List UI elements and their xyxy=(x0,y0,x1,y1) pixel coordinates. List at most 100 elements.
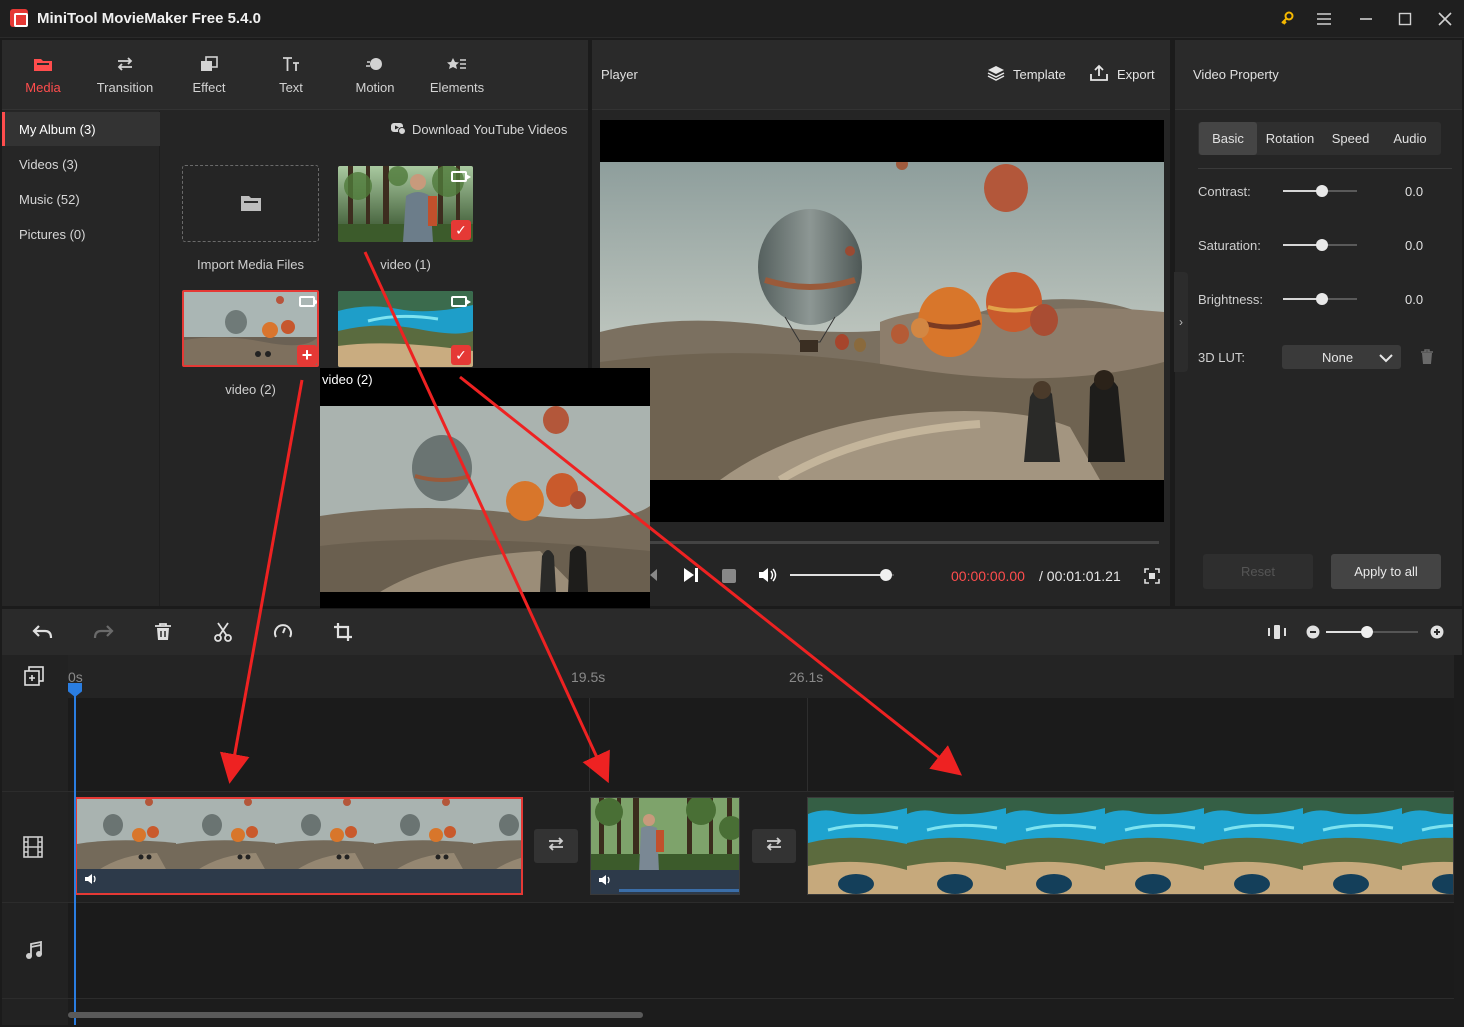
undo-icon[interactable] xyxy=(31,620,55,644)
trash-icon[interactable] xyxy=(1420,349,1434,368)
tab-media[interactable]: Media xyxy=(2,40,84,110)
album-item-music[interactable]: Music (52) xyxy=(2,182,160,216)
chevron-right-icon: › xyxy=(1179,315,1183,329)
volume-icon[interactable] xyxy=(757,566,779,587)
tab-elements[interactable]: Elements xyxy=(416,40,498,110)
timeline-ruler[interactable] xyxy=(68,655,1454,698)
film-track-icon xyxy=(23,836,43,861)
transition-arrows-icon xyxy=(115,56,135,72)
apply-to-all-button[interactable]: Apply to all xyxy=(1331,554,1441,589)
saturation-label: Saturation: xyxy=(1198,238,1261,253)
media-tab-bar: Media Transition Effect Text Motion Elem… xyxy=(2,40,588,110)
template-button[interactable]: Template xyxy=(987,64,1066,85)
tab-elements-label: Elements xyxy=(429,79,485,95)
audio-level-line xyxy=(619,889,739,892)
media-label-video-1: video (1) xyxy=(380,257,431,272)
hover-preview-popup: video (2) xyxy=(320,368,650,608)
menu-icon[interactable] xyxy=(1310,6,1338,32)
added-check-icon[interactable]: ✓ xyxy=(451,345,471,365)
timeline-clip-video-2[interactable] xyxy=(75,797,523,895)
overlay-track[interactable] xyxy=(68,698,1454,791)
minimize-icon[interactable] xyxy=(1352,6,1380,32)
speed-icon[interactable] xyxy=(271,620,295,644)
tab-transition[interactable]: Transition xyxy=(84,40,166,110)
volume-slider-knob[interactable] xyxy=(879,569,892,581)
import-media-label: Import Media Files xyxy=(197,257,304,272)
volume-slider[interactable] xyxy=(790,569,894,581)
tab-text-label: Text xyxy=(279,79,303,95)
stop-icon[interactable] xyxy=(722,569,736,583)
fit-timeline-icon[interactable] xyxy=(1265,620,1289,644)
album-item-pictures[interactable]: Pictures (0) xyxy=(2,217,160,251)
album-item-videos[interactable]: Videos (3) xyxy=(2,147,160,181)
fullscreen-icon[interactable] xyxy=(1144,568,1160,587)
scissors-icon[interactable] xyxy=(211,620,235,644)
transition-arrows-icon xyxy=(546,836,566,857)
download-youtube-link[interactable]: Download YouTube Videos xyxy=(390,121,567,138)
app-title: MiniTool MovieMaker Free 5.4.0 xyxy=(37,10,261,27)
media-thumb-video-3[interactable]: ✓ xyxy=(338,291,473,367)
speaker-icon[interactable] xyxy=(84,873,98,888)
reset-button[interactable]: Reset xyxy=(1203,554,1313,589)
added-check-icon[interactable]: ✓ xyxy=(451,220,471,240)
lut-dropdown[interactable]: None xyxy=(1282,345,1401,369)
zoom-slider[interactable] xyxy=(1326,626,1418,638)
panel-collapse-handle[interactable]: › xyxy=(1174,272,1188,372)
play-icon[interactable] xyxy=(682,567,700,586)
tab-media-label: Media xyxy=(25,79,61,95)
video-preview-image[interactable] xyxy=(600,158,1164,484)
tab-audio[interactable]: Audio xyxy=(1381,122,1439,155)
music-track[interactable] xyxy=(68,902,1454,998)
contrast-slider[interactable] xyxy=(1283,185,1357,197)
transition-slot-button[interactable] xyxy=(534,829,578,863)
tab-effect[interactable]: Effect xyxy=(168,40,250,110)
zoom-out-icon[interactable] xyxy=(1306,625,1320,642)
saturation-slider-knob[interactable] xyxy=(1316,239,1328,251)
playhead[interactable] xyxy=(74,690,76,1025)
video-property-title: Video Property xyxy=(1193,67,1279,82)
layers-icon xyxy=(987,64,1005,85)
prev-frame-icon[interactable] xyxy=(648,568,658,585)
tab-rotation[interactable]: Rotation xyxy=(1260,122,1320,155)
close-icon[interactable] xyxy=(1431,6,1459,32)
delete-icon[interactable] xyxy=(151,620,175,644)
media-thumb-video-2[interactable]: + xyxy=(182,290,319,367)
segment-divider xyxy=(589,698,590,791)
brightness-slider[interactable] xyxy=(1283,293,1357,305)
property-divider xyxy=(1198,168,1452,169)
contrast-value: 0.0 xyxy=(1405,184,1424,199)
tab-motion[interactable]: Motion xyxy=(334,40,416,110)
transition-slot-button[interactable] xyxy=(752,829,796,863)
folder-icon xyxy=(33,56,53,72)
player-label: Player xyxy=(601,67,638,82)
video-camera-icon xyxy=(299,296,317,307)
import-media-button[interactable] xyxy=(182,165,319,242)
tab-effect-label: Effect xyxy=(192,79,226,95)
add-track-icon[interactable] xyxy=(24,666,44,689)
album-item-my-album[interactable]: My Album (3) xyxy=(2,112,160,146)
media-thumb-video-1[interactable]: ✓ xyxy=(338,166,473,242)
crop-icon[interactable] xyxy=(331,620,355,644)
timeline-clip-video-1[interactable] xyxy=(590,797,740,895)
export-button[interactable]: Export xyxy=(1089,64,1155,85)
tick-label-0: 0s xyxy=(68,669,83,685)
tick-label-2: 26.1s xyxy=(789,669,824,685)
playback-progress-bar[interactable] xyxy=(650,541,1159,544)
saturation-slider[interactable] xyxy=(1283,239,1357,251)
tab-speed[interactable]: Speed xyxy=(1322,122,1379,155)
tab-basic[interactable]: Basic xyxy=(1199,122,1257,155)
maximize-icon[interactable] xyxy=(1391,6,1419,32)
timeline-scrollbar[interactable] xyxy=(68,1012,643,1018)
tab-text[interactable]: Text xyxy=(250,40,332,110)
clip-audio-bar xyxy=(591,870,739,894)
hover-preview-title: video (2) xyxy=(322,372,373,387)
zoom-in-icon[interactable] xyxy=(1430,625,1444,642)
timeline-clip-video-3[interactable] xyxy=(807,797,1454,895)
key-icon[interactable] xyxy=(1273,6,1301,32)
redo-icon[interactable] xyxy=(91,620,115,644)
transition-arrows-icon xyxy=(764,836,784,857)
brightness-slider-knob[interactable] xyxy=(1316,293,1328,305)
contrast-slider-knob[interactable] xyxy=(1316,185,1328,197)
add-to-timeline-icon[interactable]: + xyxy=(297,345,317,365)
speaker-icon[interactable] xyxy=(598,874,612,889)
